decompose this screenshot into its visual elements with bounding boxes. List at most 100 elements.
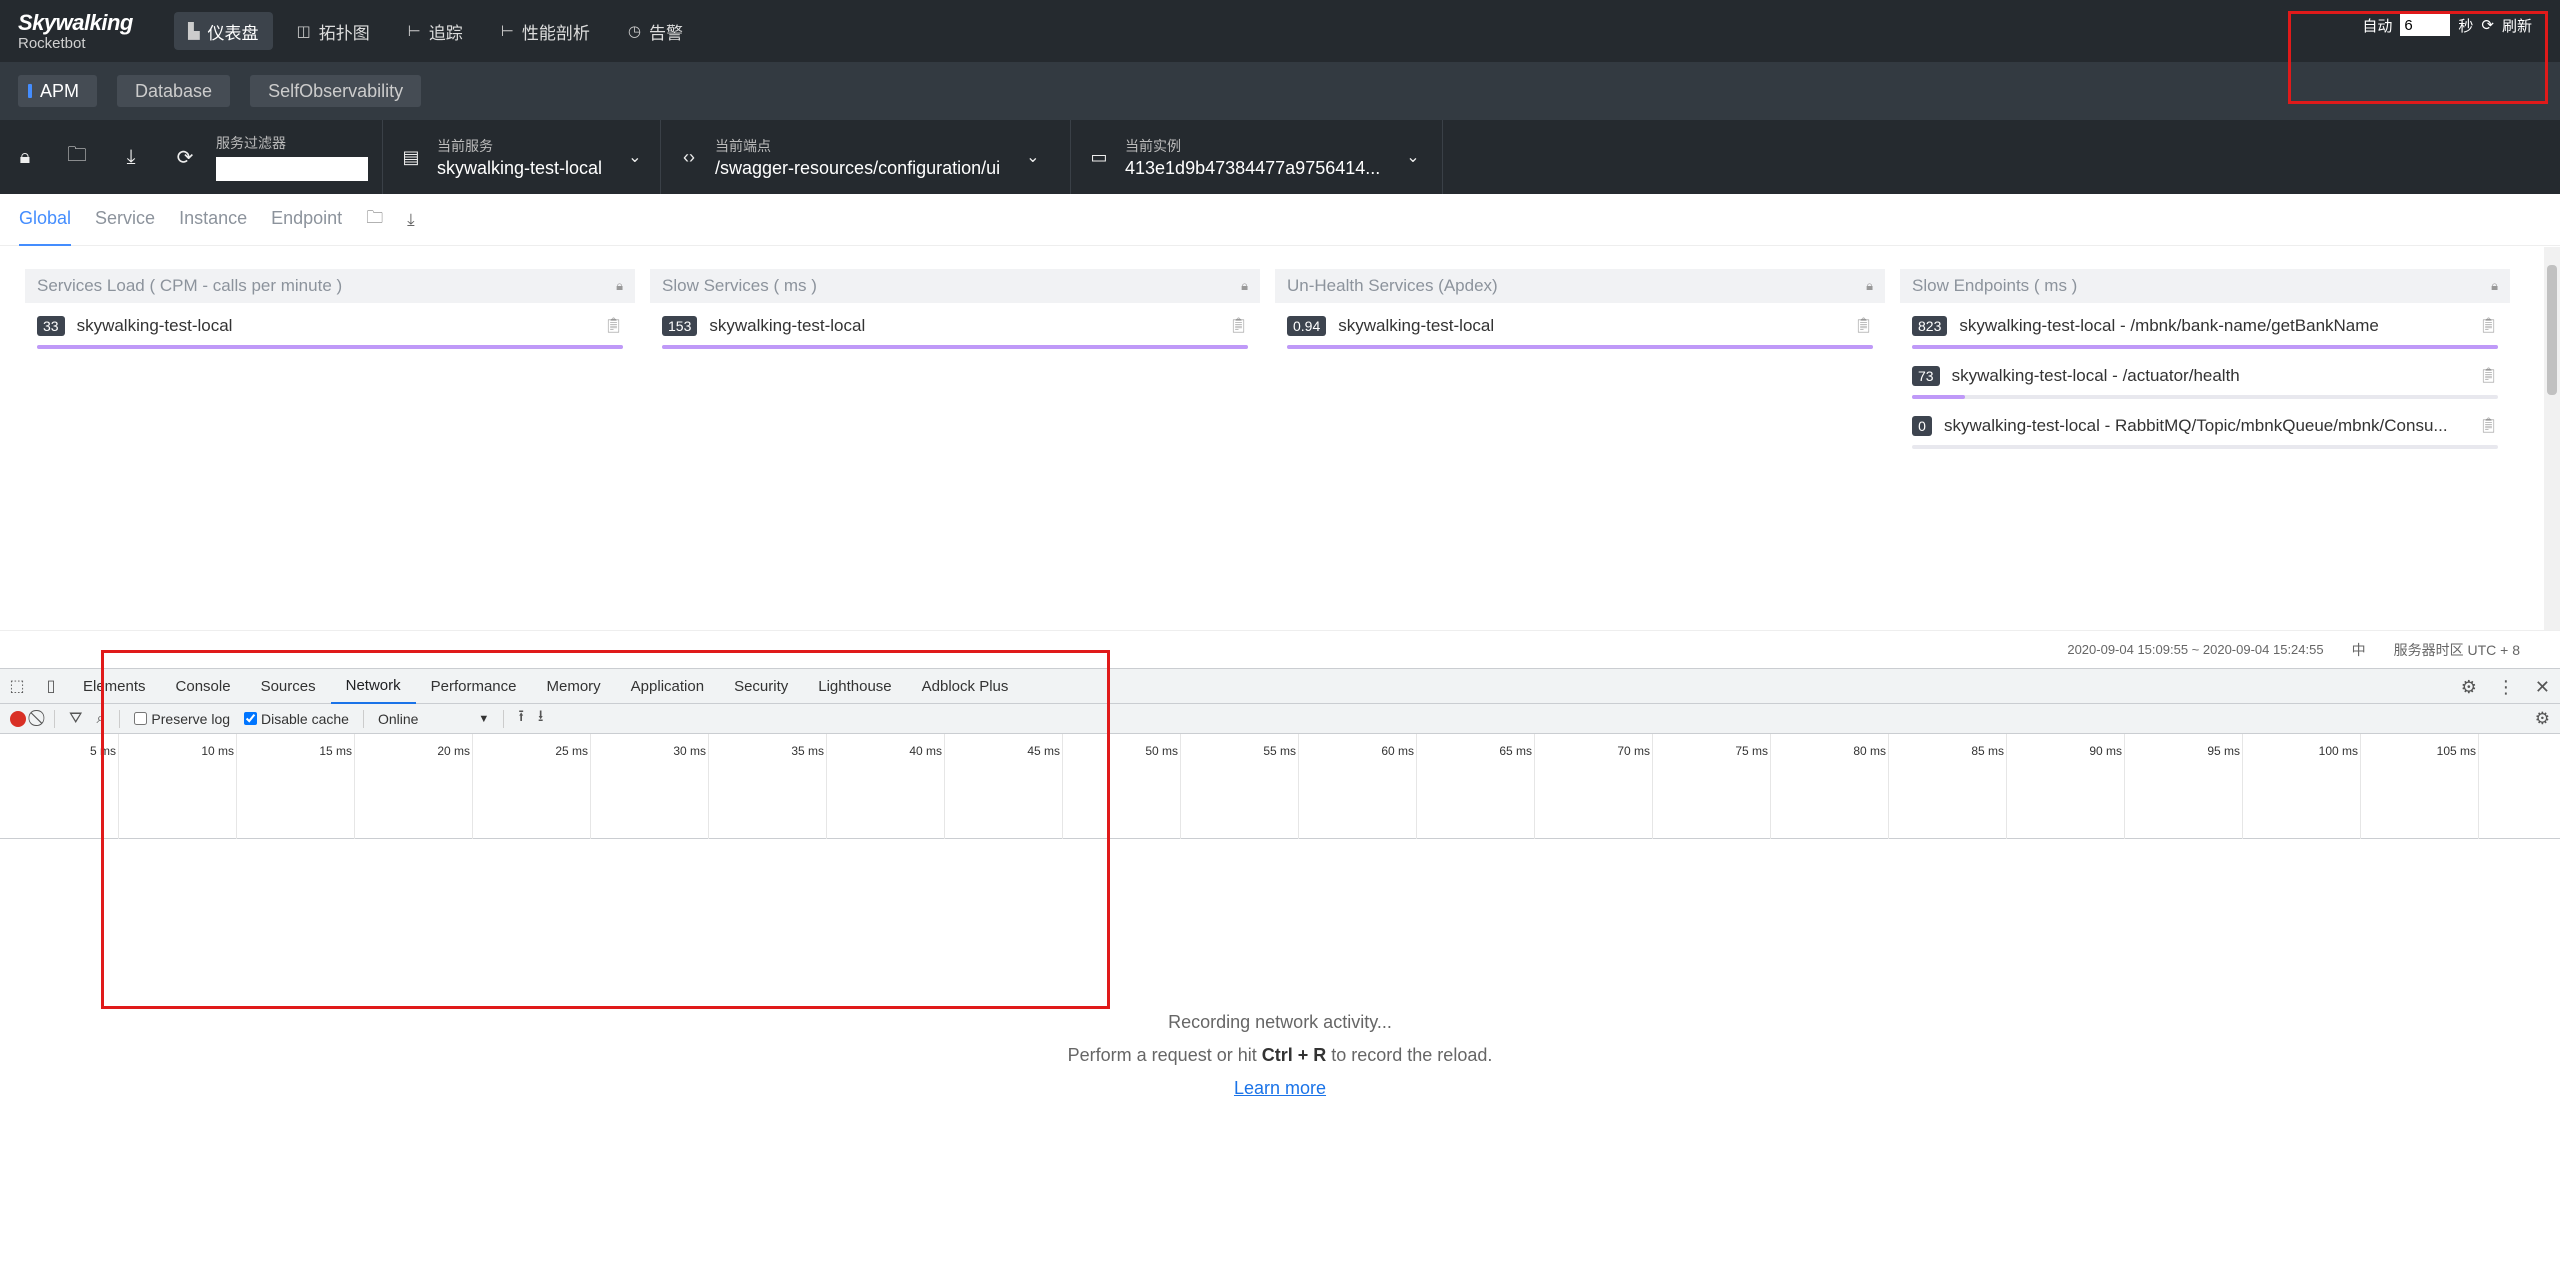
tick-label: 105 ms	[2436, 744, 2476, 758]
service-filter-label: 服务过滤器	[216, 135, 286, 151]
search-icon[interactable]: ⌕	[96, 710, 105, 728]
scrollbar-thumb[interactable]	[2547, 265, 2557, 395]
more-icon[interactable]: ⋮	[2497, 677, 2515, 698]
timezone-label[interactable]: 服务器时区 UTC + 8	[2394, 640, 2520, 660]
export-har-icon[interactable]: ⭳	[538, 705, 544, 732]
settings-icon[interactable]: ⚙	[2461, 677, 2477, 698]
device-toolbar-icon[interactable]: ▯	[34, 676, 68, 696]
service-selector-label: 当前服务	[437, 137, 493, 154]
network-settings-icon[interactable]: ⚙	[2535, 709, 2550, 729]
time-range[interactable]: 2020-09-04 15:09:55 ~ 2020-09-04 15:24:5…	[2067, 642, 2323, 657]
dashboard-tab-service[interactable]: Service	[95, 194, 155, 246]
refresh-button[interactable]: 刷新	[2502, 15, 2532, 36]
list-item[interactable]: 0.94 skywalking-test-local 📋︎	[1287, 313, 1873, 353]
lock-icon[interactable]: 🔒︎	[2491, 278, 2498, 294]
preserve-log-input[interactable]	[134, 712, 148, 725]
timeline-tick: 25 ms	[555, 734, 591, 839]
devtools-tab-sources[interactable]: Sources	[246, 668, 331, 704]
disable-cache-label: Disable cache	[261, 710, 349, 727]
refresh-icon[interactable]: ⟳	[2481, 16, 2494, 34]
service-icon: ▤	[402, 146, 420, 167]
instance-selector[interactable]: ▭ 当前实例 413e1d9b47384477a9756414... ⌄	[1071, 120, 1443, 194]
devtools-tab-memory[interactable]: Memory	[532, 668, 616, 704]
lock-icon[interactable]: 🔒︎	[616, 278, 623, 294]
dashboard-tab-instance[interactable]: Instance	[179, 194, 247, 246]
service-filter-input[interactable]	[216, 157, 368, 181]
card-title: Slow Services ( ms )	[662, 276, 817, 295]
list-item[interactable]: 73 skywalking-test-local - /actuator/heal…	[1912, 363, 2498, 403]
tick-label: 10 ms	[201, 744, 234, 758]
nav-item-3[interactable]: ⊢ 性能剖析	[487, 12, 604, 50]
nav-item-label: 性能剖析	[521, 23, 590, 43]
nav-item-4[interactable]: ◷ 告警	[614, 12, 697, 50]
dashboard-toolbar: 🔒︎ 🗀 ⤓ ⟳ 服务过滤器 ▤ 当前服务 skywalking-test-lo…	[0, 120, 2560, 194]
throttle-select[interactable]: Online ▼	[378, 711, 489, 727]
endpoint-selector[interactable]: ‹› 当前端点 /swagger-resources/configuration…	[661, 120, 1071, 194]
devtools-tab-security[interactable]: Security	[719, 668, 803, 704]
layer-tab-apm[interactable]: APM	[18, 75, 98, 107]
value-badge: 153	[662, 316, 698, 336]
lock-icon[interactable]: 🔒︎	[1241, 278, 1248, 294]
nav-item-1[interactable]: ◫ 拓扑图	[283, 12, 384, 50]
lock-icon[interactable]: 🔒︎	[1866, 278, 1873, 294]
list-item[interactable]: 33 skywalking-test-local 📋︎	[37, 313, 623, 353]
tick-label: 25 ms	[555, 744, 588, 758]
list-item[interactable]: 153 skywalking-test-local 📋︎	[662, 313, 1248, 353]
tick-label: 15 ms	[319, 744, 352, 758]
service-selector[interactable]: ▤ 当前服务 skywalking-test-local ⌄	[383, 120, 661, 194]
card-header: Slow Endpoints ( ms ) 🔒︎	[1900, 269, 2510, 303]
folder-icon[interactable]: 🗀	[50, 120, 104, 194]
clipboard-icon[interactable]: 📋︎	[2479, 416, 2498, 434]
download-icon[interactable]: ⤓	[407, 210, 415, 230]
layer-tab-selfobservability[interactable]: SelfObservability	[250, 75, 422, 107]
dashboard-tab-endpoint[interactable]: Endpoint	[271, 194, 342, 246]
devtools-tab-lighthouse[interactable]: Lighthouse	[803, 668, 906, 704]
disable-cache-checkbox[interactable]: Disable cache	[244, 711, 349, 727]
dashboard-scrollbar[interactable]	[2544, 247, 2560, 630]
disable-cache-input[interactable]	[244, 712, 258, 725]
service-selector-value: skywalking-test-local	[437, 157, 603, 178]
import-har-icon[interactable]: ⭱	[518, 705, 524, 732]
progress-bar	[1912, 395, 2498, 399]
tick-label: 90 ms	[2089, 744, 2122, 758]
list-item[interactable]: 823 skywalking-test-local - /mbnk/bank-na…	[1912, 313, 2498, 353]
learn-more-link[interactable]: Learn more	[0, 1078, 2560, 1099]
code-icon: ‹›	[683, 146, 695, 167]
chevron-down-icon: ⌄	[628, 149, 642, 166]
logo[interactable]: Skywalking Rocketbot	[0, 11, 160, 51]
close-icon[interactable]: ✕	[2535, 677, 2550, 698]
download-icon[interactable]: ⤓	[104, 120, 158, 194]
dashboard-tab-global[interactable]: Global	[19, 194, 72, 246]
clipboard-icon[interactable]: 📋︎	[2479, 366, 2498, 384]
devtools-tab-adblock-plus[interactable]: Adblock Plus	[907, 668, 1024, 704]
nav-item-2[interactable]: ⊢ 追踪	[394, 12, 477, 50]
devtools-tab-console[interactable]: Console	[161, 668, 246, 704]
layer-tab-database[interactable]: Database	[117, 75, 231, 107]
refresh-interval-input[interactable]	[2400, 14, 2451, 36]
folder-icon[interactable]: 🗀	[366, 205, 383, 234]
lock-icon[interactable]: 🔒︎	[0, 120, 50, 194]
filter-icon[interactable]: ⛛	[69, 710, 82, 728]
record-icon[interactable]	[10, 710, 26, 727]
language-toggle[interactable]: 中	[2352, 640, 2366, 660]
devtools-tab-performance[interactable]: Performance	[416, 668, 532, 704]
value-badge: 0	[1912, 416, 1932, 436]
clipboard-icon[interactable]: 📋︎	[2479, 316, 2498, 334]
devtools-tab-application[interactable]: Application	[616, 668, 719, 704]
inspect-element-icon[interactable]: ⬚	[0, 676, 34, 696]
preserve-log-checkbox[interactable]: Preserve log	[134, 711, 230, 727]
devtools-tab-elements[interactable]: Elements	[68, 668, 161, 704]
devtools-tab-network[interactable]: Network	[330, 668, 416, 704]
clipboard-icon[interactable]: 📋︎	[1854, 316, 1873, 334]
network-timeline-overview[interactable]: 5 ms 10 ms 15 ms 20 ms 25 ms 30 ms 35 ms 40 ms 4…	[0, 734, 2560, 839]
instance-selector-label: 当前实例	[1125, 137, 1181, 154]
nav-item-0[interactable]: ▙ 仪表盘	[174, 12, 273, 50]
clipboard-icon[interactable]: 📋︎	[604, 316, 623, 334]
clipboard-icon[interactable]: 📋︎	[1229, 316, 1248, 334]
tick-label: 80 ms	[1853, 744, 1886, 758]
list-item[interactable]: 0 skywalking-test-local - RabbitMQ/Topic/…	[1912, 413, 2498, 453]
reload-icon[interactable]: ⟳	[158, 120, 212, 194]
item-name: skywalking-test-local	[1338, 316, 1495, 335]
value-badge: 33	[37, 316, 65, 336]
devtools-tab-bar: ⬚ ▯ Elements Console Sources Network Perform…	[0, 668, 2560, 704]
